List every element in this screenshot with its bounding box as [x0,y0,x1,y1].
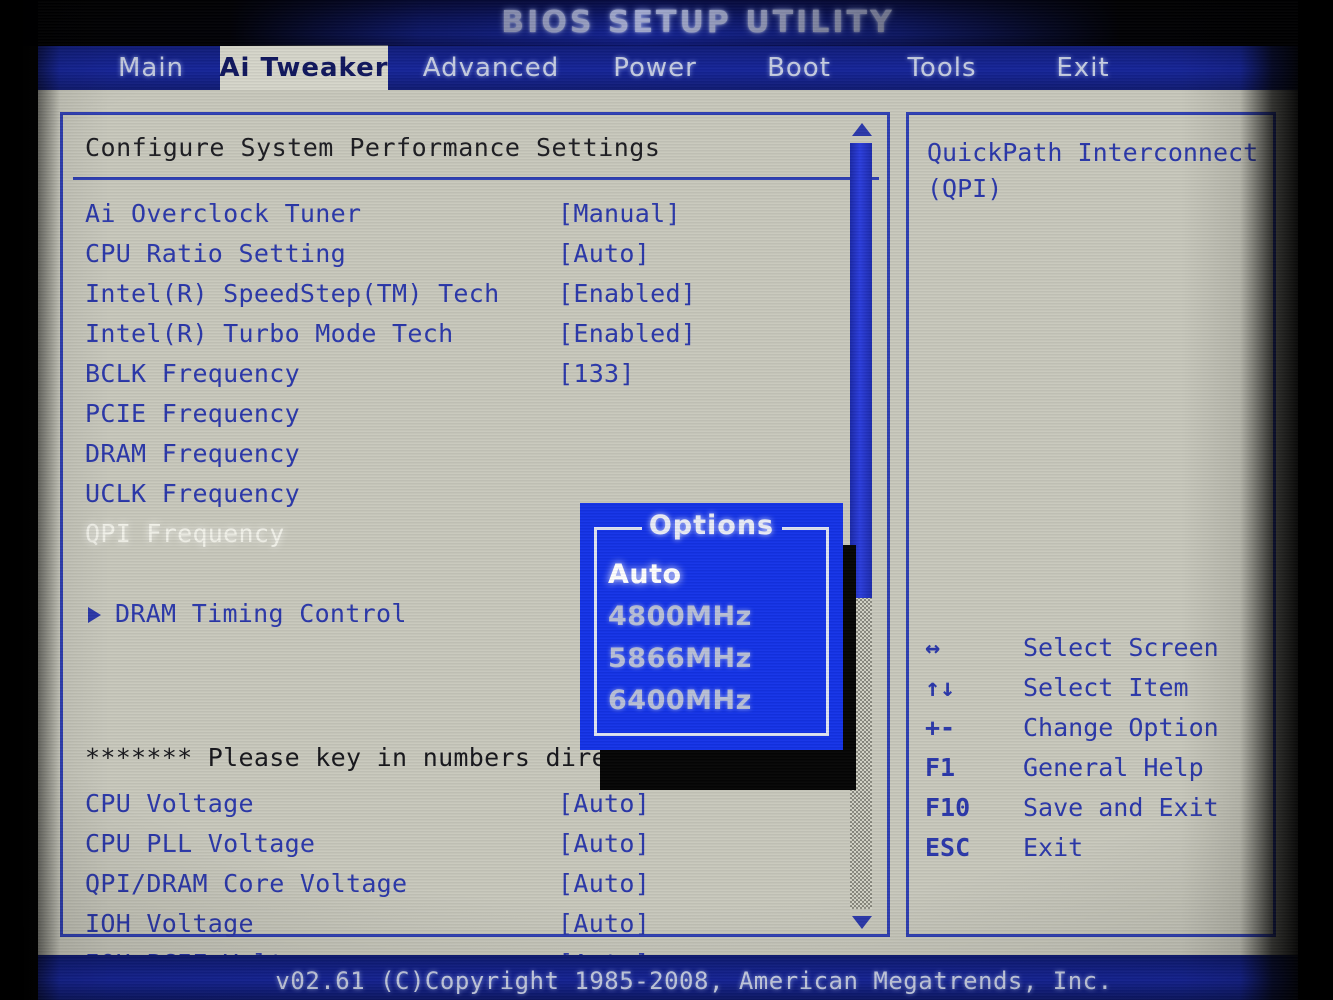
setting-row-cpu-ratio-setting[interactable]: CPU Ratio Setting [Auto] [63,233,893,273]
key-f10: F10 [925,792,971,822]
options-list[interactable]: Auto 4800MHz 5866MHz 6400MHz [608,553,752,721]
legend-row-exit: ESC Exit [915,827,1275,867]
scrollbar-thumb[interactable] [850,143,872,598]
menu-bar[interactable]: Main Ai Tweaker Advanced Power Boot Tool… [38,45,1298,90]
option-item-4800mhz[interactable]: 4800MHz [608,595,752,637]
setting-value[interactable]: [Auto] [558,909,650,938]
setting-label: QPI Frequency [85,518,285,548]
triangle-up-icon[interactable] [852,123,872,136]
setting-label: Ai Overclock Tuner [85,198,362,228]
legend-label: Select Item [1023,672,1189,702]
crt-photo: BIOS SETUP UTILITY Main Ai Tweaker Advan… [0,0,1333,1000]
legend-label: Select Screen [1023,632,1219,662]
setting-row-bclk-frequency[interactable]: BCLK Frequency [133] [63,353,893,393]
title-bar: BIOS SETUP UTILITY [38,0,1298,45]
legend-label: Change Option [1023,712,1219,742]
scrollbar[interactable] [849,123,875,929]
setting-label: DRAM Frequency [85,438,300,468]
legend-row-general-help: F1 General Help [915,747,1275,787]
legend-row-select-item: ↑↓ Select Item [915,667,1275,707]
copyright-text: v02.61 (C)Copyright 1985-2008, American … [275,966,1113,995]
setting-label: Intel(R) Turbo Mode Tech [85,318,454,348]
tab-tools[interactable]: Tools [874,45,1010,90]
legend-row-change-option: +- Change Option [915,707,1275,747]
submenu-label: DRAM Timing Control [115,598,407,628]
plus-minus-icon: +- [925,712,956,742]
legend-row-select-screen: ↔ Select Screen [915,627,1275,667]
key-esc: ESC [925,832,971,862]
setting-label: QPI/DRAM Core Voltage [85,868,408,898]
setting-row-intel-speedstep[interactable]: Intel(R) SpeedStep(TM) Tech [Enabled] [63,273,893,313]
setting-value[interactable]: [Auto] [558,869,650,898]
setting-value[interactable]: [133] [558,359,635,388]
tab-power[interactable]: Power [590,45,720,90]
panel-header: Configure System Performance Settings [85,133,661,162]
triangle-right-icon [88,607,101,623]
legend-row-save-and-exit: F10 Save and Exit [915,787,1275,827]
setting-label: BCLK Frequency [85,358,300,388]
setting-label: CPU Voltage [85,788,254,818]
setting-value[interactable]: [Auto] [558,239,650,268]
setting-label: CPU PLL Voltage [85,828,316,858]
tab-main[interactable]: Main [86,45,216,90]
setting-row-dram-frequency[interactable]: DRAM Frequency [63,433,893,473]
setting-label: CPU Ratio Setting [85,238,346,268]
arrows-left-right-icon: ↔ [925,632,941,662]
tab-advanced[interactable]: Advanced [398,45,584,90]
option-item-6400mhz[interactable]: 6400MHz [608,679,752,721]
bios-screen: BIOS SETUP UTILITY Main Ai Tweaker Advan… [38,0,1298,1000]
voltage-list: CPU Voltage [Auto] CPU PLL Voltage [Auto… [63,783,893,983]
setting-label: PCIE Frequency [85,398,300,428]
setting-row-ioh-voltage[interactable]: IOH Voltage [Auto] [63,903,893,943]
triangle-down-icon[interactable] [852,916,872,929]
help-panel: QuickPath Interconnect (QPI) ↔ Select Sc… [906,112,1276,937]
header-divider [73,177,879,180]
setting-value[interactable]: [Auto] [558,789,650,818]
options-dialog[interactable]: Options Auto 4800MHz 5866MHz 6400MHz [580,503,843,750]
tab-boot[interactable]: Boot [740,45,858,90]
arrows-up-down-icon: ↑↓ [925,672,956,702]
body-area: Configure System Performance Settings Ai… [38,90,1298,978]
setting-row-qpi-dram-core-voltage[interactable]: QPI/DRAM Core Voltage [Auto] [63,863,893,903]
key-f1: F1 [925,752,956,782]
options-dialog-title: Options [648,510,775,541]
setting-value[interactable]: [Manual] [558,199,681,228]
tab-exit[interactable]: Exit [1024,45,1142,90]
setting-row-ai-overclock-tuner[interactable]: Ai Overclock Tuner [Manual] [63,193,893,233]
page-title: BIOS SETUP UTILITY [501,5,895,40]
setting-row-cpu-pll-voltage[interactable]: CPU PLL Voltage [Auto] [63,823,893,863]
setting-value[interactable]: [Enabled] [558,279,696,308]
setting-label: IOH Voltage [85,908,254,938]
key-legend: ↔ Select Screen ↑↓ Select Item +- Change… [915,627,1275,867]
option-item-5866mhz[interactable]: 5866MHz [608,637,752,679]
help-description: QuickPath Interconnect (QPI) [927,138,1259,203]
tab-ai-tweaker[interactable]: Ai Tweaker [219,45,388,90]
setting-row-pcie-frequency[interactable]: PCIE Frequency [63,393,893,433]
setting-label: UCLK Frequency [85,478,300,508]
setting-row-intel-turbo-mode[interactable]: Intel(R) Turbo Mode Tech [Enabled] [63,313,893,353]
setting-value[interactable]: [Auto] [558,829,650,858]
legend-label: Exit [1023,832,1084,862]
setting-label: Intel(R) SpeedStep(TM) Tech [85,278,500,308]
setting-value[interactable]: [Enabled] [558,319,696,348]
footer-bar: v02.61 (C)Copyright 1985-2008, American … [38,955,1298,1000]
option-item-auto[interactable]: Auto [608,553,752,595]
legend-label: General Help [1023,752,1204,782]
legend-label: Save and Exit [1023,792,1219,822]
